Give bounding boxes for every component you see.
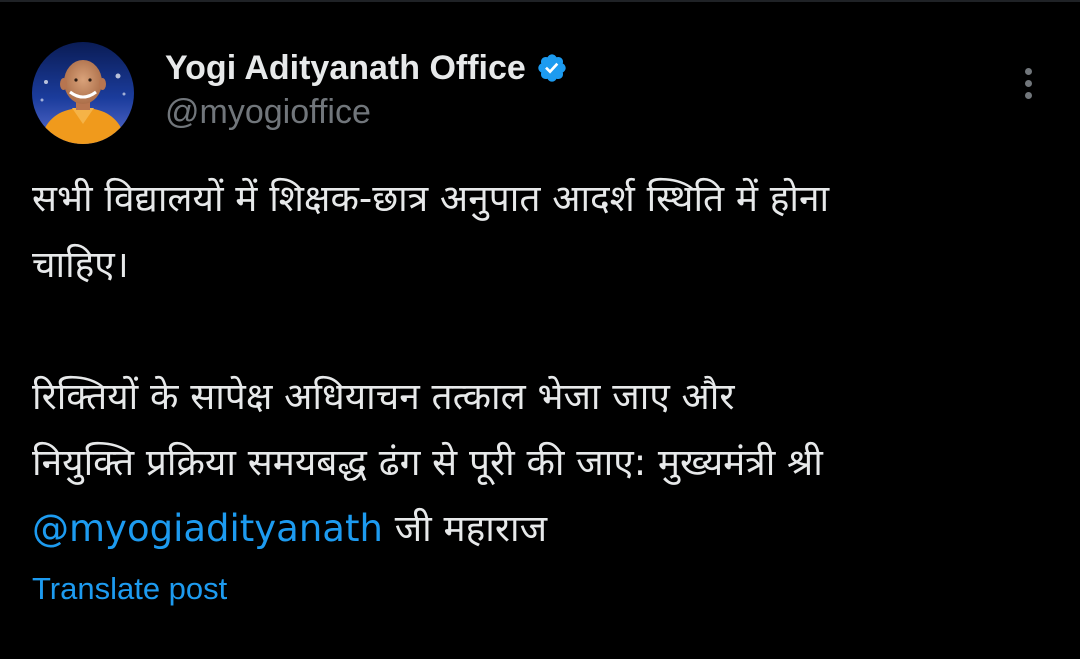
post-text-line: सभी विद्यालयों में शिक्षक-छात्र अनुपात आ… <box>32 177 830 220</box>
author-name-row[interactable]: Yogi Adityanath Office <box>165 48 568 88</box>
avatar[interactable] <box>32 42 134 144</box>
mention-link[interactable]: @myogiadityanath <box>32 507 383 550</box>
verified-badge-icon[interactable] <box>536 52 568 84</box>
author-name[interactable]: Yogi Adityanath Office <box>165 48 526 88</box>
post-text: सभी विद्यालयों में शिक्षक-छात्र अनुपात आ… <box>32 166 1052 562</box>
more-vertical-icon[interactable] <box>1014 64 1044 104</box>
profile-photo-icon <box>32 42 134 144</box>
post-text-fragment: जी महाराज <box>382 507 548 550</box>
post-text-line: @myogiadityanath जी महाराज <box>32 496 1052 562</box>
translate-post-link[interactable]: Translate post <box>32 569 227 609</box>
post-text-line: रिक्तियों के सापेक्ष अधियाचन तत्काल भेजा… <box>32 375 735 418</box>
post-text-line: नियुक्ति प्रक्रिया समयबद्ध ढंग से पूरी क… <box>32 441 823 484</box>
top-divider <box>0 0 1080 2</box>
post-text-line: चाहिए। <box>32 243 129 286</box>
author-handle[interactable]: @myogioffice <box>165 92 371 132</box>
